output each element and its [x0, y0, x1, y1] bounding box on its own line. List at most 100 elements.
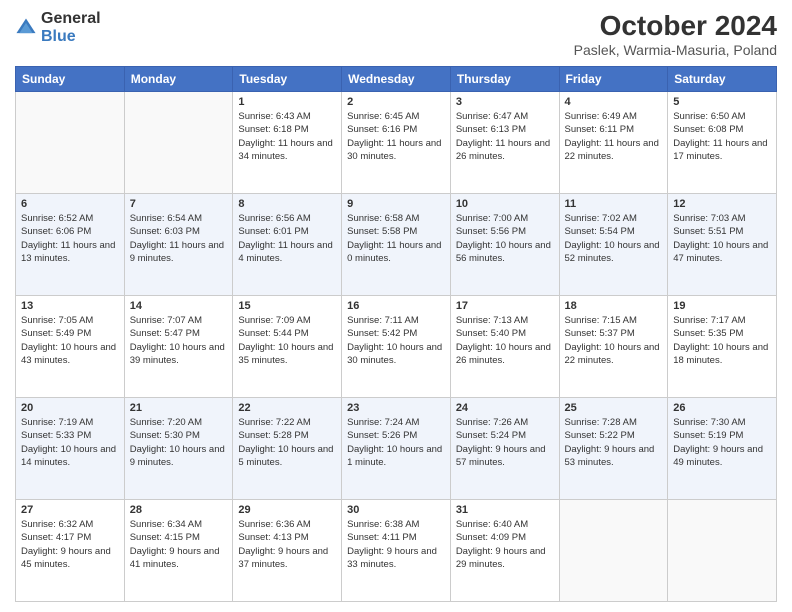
- sunrise-text: Sunrise: 6:43 AM: [238, 111, 310, 122]
- day-number: 5: [673, 96, 771, 108]
- day-number: 1: [238, 96, 336, 108]
- calendar-week-row: 13 Sunrise: 7:05 AMSunset: 5:49 PMDayligh…: [16, 296, 777, 398]
- day-number: 23: [347, 402, 445, 414]
- sunrise-text: Sunrise: 6:50 AM: [673, 111, 745, 122]
- day-info: Sunrise: 7:05 AMSunset: 5:49 PMDaylight:…: [21, 314, 119, 367]
- sunset-text: Sunset: 6:03 PM: [130, 226, 200, 237]
- sunrise-text: Sunrise: 7:07 AM: [130, 315, 202, 326]
- calendar-cell: 18Sunrise: 7:15 AMSunset: 5:37 PMDayligh…: [559, 296, 668, 398]
- sunrise-text: Sunrise: 7:24 AM: [347, 417, 419, 428]
- calendar-day-header: Wednesday: [342, 67, 451, 92]
- calendar-cell: 10Sunrise: 7:00 AMSunset: 5:56 PMDayligh…: [450, 194, 559, 296]
- day-info: Sunrise: 7:17 AMSunset: 5:35 PMDaylight:…: [673, 314, 771, 367]
- header: General Blue October 2024 Paslek, Warmia…: [15, 10, 777, 58]
- calendar-cell: [124, 92, 233, 194]
- daylight-text: Daylight: 10 hours and 9 minutes.: [130, 444, 225, 468]
- calendar-cell: 17Sunrise: 7:13 AMSunset: 5:40 PMDayligh…: [450, 296, 559, 398]
- calendar-cell: 21Sunrise: 7:20 AMSunset: 5:30 PMDayligh…: [124, 398, 233, 500]
- calendar-cell: [16, 92, 125, 194]
- day-info: Sunrise: 7:20 AMSunset: 5:30 PMDaylight:…: [130, 416, 228, 469]
- sunset-text: Sunset: 5:58 PM: [347, 226, 417, 237]
- sunrise-text: Sunrise: 6:54 AM: [130, 213, 202, 224]
- day-number: 19: [673, 300, 771, 312]
- daylight-text: Daylight: 11 hours and 4 minutes.: [238, 240, 332, 264]
- calendar-cell: 11Sunrise: 7:02 AMSunset: 5:54 PMDayligh…: [559, 194, 668, 296]
- calendar-week-row: 27Sunrise: 6:32 AMSunset: 4:17 PMDayligh…: [16, 500, 777, 602]
- daylight-text: Daylight: 9 hours and 37 minutes.: [238, 546, 328, 570]
- calendar-day-header: Thursday: [450, 67, 559, 92]
- calendar-day-header: Friday: [559, 67, 668, 92]
- daylight-text: Daylight: 9 hours and 49 minutes.: [673, 444, 763, 468]
- day-number: 20: [21, 402, 119, 414]
- calendar-week-row: 6Sunrise: 6:52 AMSunset: 6:06 PMDaylight…: [16, 194, 777, 296]
- day-number: 13: [21, 300, 119, 312]
- day-info: Sunrise: 6:32 AMSunset: 4:17 PMDaylight:…: [21, 518, 119, 571]
- daylight-text: Daylight: 9 hours and 53 minutes.: [565, 444, 655, 468]
- logo: General Blue: [15, 10, 101, 45]
- sunset-text: Sunset: 5:22 PM: [565, 430, 635, 441]
- sunrise-text: Sunrise: 6:45 AM: [347, 111, 419, 122]
- calendar-title: October 2024: [574, 10, 777, 42]
- calendar-week-row: 20 Sunrise: 7:19 AM Sunset: 5:33 PM Dayligh…: [16, 398, 777, 500]
- sunset-text: Sunset: 4:11 PM: [347, 532, 417, 543]
- sunset-text: Sunset: 6:18 PM: [238, 124, 308, 135]
- sunrise-text: Sunrise: 6:49 AM: [565, 111, 637, 122]
- day-number: 3: [456, 96, 554, 108]
- sunrise-text: Sunrise: 7:13 AM: [456, 315, 528, 326]
- day-info: Sunrise: 6:58 AMSunset: 5:58 PMDaylight:…: [347, 212, 445, 265]
- sunrise-text: Sunrise: 6:56 AM: [238, 213, 310, 224]
- calendar-cell: 7Sunrise: 6:54 AMSunset: 6:03 PMDaylight…: [124, 194, 233, 296]
- day-number: 2: [347, 96, 445, 108]
- daylight-text: Daylight: 10 hours and 56 minutes.: [456, 240, 551, 264]
- day-number: 4: [565, 96, 663, 108]
- calendar-cell: 1Sunrise: 6:43 AMSunset: 6:18 PMDaylight…: [233, 92, 342, 194]
- day-info: Sunrise: 6:38 AMSunset: 4:11 PMDaylight:…: [347, 518, 445, 571]
- daylight-text: Daylight: 11 hours and 13 minutes.: [21, 240, 115, 264]
- day-info: Sunrise: 7:30 AMSunset: 5:19 PMDaylight:…: [673, 416, 771, 469]
- daylight-text: Daylight: 10 hours and 1 minute.: [347, 444, 442, 468]
- day-number: 17: [456, 300, 554, 312]
- calendar-cell: 23Sunrise: 7:24 AMSunset: 5:26 PMDayligh…: [342, 398, 451, 500]
- day-number: 10: [456, 198, 554, 210]
- calendar-cell: 15Sunrise: 7:09 AMSunset: 5:44 PMDayligh…: [233, 296, 342, 398]
- day-info: Sunrise: 7:19 AMSunset: 5:33 PMDaylight:…: [21, 416, 119, 469]
- daylight-text: Daylight: 11 hours and 22 minutes.: [565, 138, 659, 162]
- sunset-text: Sunset: 5:37 PM: [565, 328, 635, 339]
- day-info: Sunrise: 7:28 AMSunset: 5:22 PMDaylight:…: [565, 416, 663, 469]
- calendar-cell: 8Sunrise: 6:56 AMSunset: 6:01 PMDaylight…: [233, 194, 342, 296]
- daylight-text: Daylight: 10 hours and 18 minutes.: [673, 342, 768, 366]
- calendar-cell: 13 Sunrise: 7:05 AMSunset: 5:49 PMDayligh…: [16, 296, 125, 398]
- day-info: Sunrise: 7:11 AMSunset: 5:42 PMDaylight:…: [347, 314, 445, 367]
- daylight-text: Daylight: 11 hours and 17 minutes.: [673, 138, 767, 162]
- day-number: 26: [673, 402, 771, 414]
- sunrise-text: Sunrise: 7:17 AM: [673, 315, 745, 326]
- daylight-text: Daylight: 11 hours and 30 minutes.: [347, 138, 441, 162]
- sunset-text: Sunset: 5:40 PM: [456, 328, 526, 339]
- sunset-text: Sunset: 5:54 PM: [565, 226, 635, 237]
- sunset-text: Sunset: 4:09 PM: [456, 532, 526, 543]
- daylight-text: Daylight: 10 hours and 52 minutes.: [565, 240, 660, 264]
- sunrise-text: Sunrise: 6:36 AM: [238, 519, 310, 530]
- calendar-cell: 20Sunrise: 7:19 AMSunset: 5:33 PMDayligh…: [16, 398, 125, 500]
- sunrise-text: Sunrise: 7:19 AM: [21, 417, 93, 428]
- calendar-table: SundayMondayTuesdayWednesdayThursdayFrid…: [15, 66, 777, 602]
- logo-general-text: General: [41, 10, 101, 27]
- daylight-text: Daylight: 9 hours and 29 minutes.: [456, 546, 546, 570]
- day-info: Sunrise: 6:40 AMSunset: 4:09 PMDaylight:…: [456, 518, 554, 571]
- day-number: 30: [347, 504, 445, 516]
- calendar-cell: 22Sunrise: 7:22 AMSunset: 5:28 PMDayligh…: [233, 398, 342, 500]
- calendar-cell: 19 Sunrise: 7:17 AMSunset: 5:35 PMDayligh…: [668, 296, 777, 398]
- sunrise-text: Sunrise: 7:11 AM: [347, 315, 419, 326]
- daylight-text: Daylight: 10 hours and 43 minutes.: [21, 342, 116, 366]
- calendar-cell: 28Sunrise: 6:34 AMSunset: 4:15 PMDayligh…: [124, 500, 233, 602]
- day-info: Sunrise: 7:02 AMSunset: 5:54 PMDaylight:…: [565, 212, 663, 265]
- calendar-cell: [668, 500, 777, 602]
- calendar-cell: [559, 500, 668, 602]
- sunset-text: Sunset: 5:30 PM: [130, 430, 200, 441]
- day-number: 7: [130, 198, 228, 210]
- sunset-text: Sunset: 5:33 PM: [21, 430, 91, 441]
- logo-blue-text: Blue: [41, 28, 76, 45]
- sunrise-text: Sunrise: 7:26 AM: [456, 417, 528, 428]
- sunset-text: Sunset: 4:15 PM: [130, 532, 200, 543]
- day-info: Sunrise: 6:43 AMSunset: 6:18 PMDaylight:…: [238, 110, 336, 163]
